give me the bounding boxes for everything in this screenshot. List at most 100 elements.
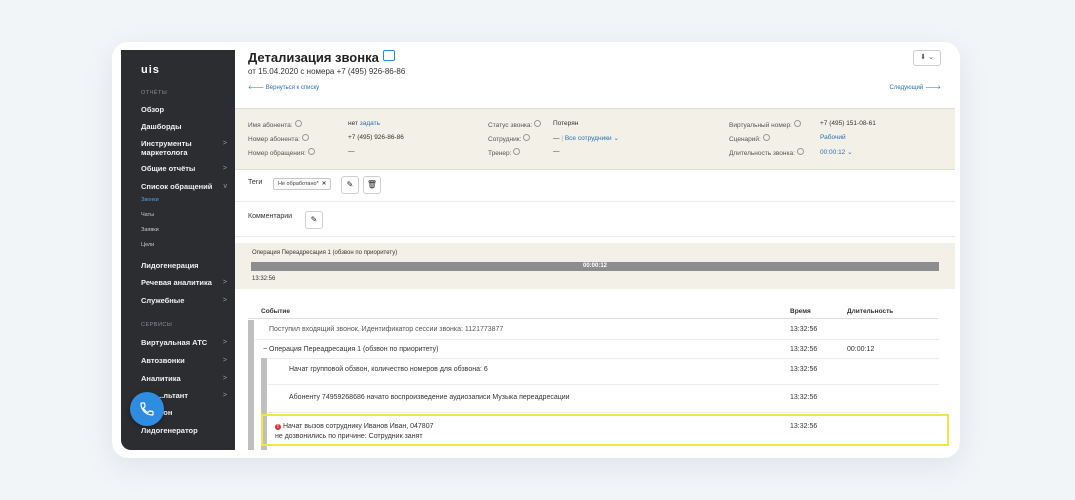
error-reason: не дозвонились по причине: Сотрудник зан… [275, 433, 423, 440]
sidebar-item-consultant[interactable]: ...льтант > [157, 391, 227, 401]
help-icon[interactable] [534, 120, 542, 127]
page-subtitle: от 15.04.2020 с номера +7 (495) 926-86-8… [248, 67, 406, 76]
info-label-number: Номер абонента: [248, 134, 309, 143]
back-link[interactable]: 🡐 Вернуться к списку [248, 84, 319, 91]
info-label-name: Имя абонента: [248, 120, 302, 129]
help-icon[interactable] [796, 148, 804, 155]
sidebar-item-leadgen[interactable]: Лидогенерация [141, 261, 227, 271]
asterisk: * [316, 181, 319, 187]
info-value-name: нет задать [348, 120, 381, 127]
info-value-number: +7 (495) 926-86-86 [348, 134, 404, 141]
row-duration: 00:00:12 [847, 346, 875, 353]
info-label-scenario: Сценарий: [729, 134, 770, 143]
phone-icon [140, 402, 154, 416]
info-label-employee: Сотрудник: [488, 134, 531, 143]
comments-label: Комментарии [248, 213, 293, 220]
row-time: 13:32:56 [790, 423, 818, 430]
help-icon[interactable] [793, 120, 801, 127]
row-time: 13:32:56 [790, 394, 818, 401]
info-value-virtual-number: +7 (495) 151-08-61 [820, 120, 876, 127]
status-icon [382, 50, 395, 61]
info-value-request-number: — [348, 148, 355, 155]
info-value-duration[interactable]: 00:00:12 ⌄ [820, 148, 853, 156]
row-time: 13:32:56 [790, 346, 818, 353]
sidebar-subitem-applications[interactable]: Заявки [141, 227, 159, 233]
tag-chip[interactable]: Не обработано* ✕ [273, 178, 332, 190]
help-icon[interactable] [307, 148, 315, 155]
sidebar-item-analytics[interactable]: Аналитика > [141, 374, 227, 384]
edit-tags-button[interactable]: ✎ [341, 176, 359, 194]
col-header-duration: Длительность [847, 308, 894, 315]
sidebar-item-speech-analytics[interactable]: Речевая аналитика > [141, 278, 227, 288]
row-time: 13:32:56 [790, 326, 818, 333]
error-icon: ! [275, 424, 281, 430]
help-icon[interactable] [523, 134, 531, 141]
sidebar-subitem-calls[interactable]: Звонки [141, 197, 159, 203]
col-header-time: Время [790, 308, 811, 315]
row-divider [268, 412, 939, 413]
info-label-trainer: Тренер: [488, 148, 521, 157]
highlighted-row [261, 414, 949, 446]
tree-line [248, 320, 254, 450]
close-icon[interactable]: ✕ [322, 181, 327, 187]
section-services: СЕРВИСЫ [141, 322, 173, 328]
chevron-down-icon: ⌄ [611, 135, 619, 142]
sidebar-item-dashboards[interactable]: Дашборды [141, 122, 227, 132]
table-row: Начат групповой обзвон, количество номер… [289, 366, 488, 373]
employees-dropdown[interactable]: Все сотрудники [565, 135, 612, 142]
operation-duration-bar: 00:00:12 [251, 262, 939, 271]
next-link[interactable]: Следующий 🡒 [890, 84, 941, 91]
row-time: 13:32:56 [790, 366, 818, 373]
download-button[interactable]: ⬇ ⌄ [913, 50, 941, 66]
info-value-employee: — | Все сотрудники ⌄ [553, 135, 619, 142]
divider [235, 236, 955, 237]
sidebar-item-overview[interactable]: Обзор [141, 105, 227, 115]
info-value-trainer: — [553, 148, 560, 155]
sidebar-subitem-chats[interactable]: Чаты [141, 212, 154, 218]
sidebar-item-service[interactable]: Служебные > [141, 296, 227, 306]
sidebar-item-partial[interactable]: ...он [157, 408, 227, 418]
call-widget-button[interactable] [130, 392, 164, 426]
info-label-virtual-number: Виртуальный номер: [729, 120, 801, 129]
help-icon[interactable] [301, 134, 309, 141]
edit-comment-button[interactable]: ✎ [305, 211, 323, 229]
set-name-link[interactable]: задать [360, 120, 380, 127]
info-value-scenario[interactable]: Рабочий [820, 134, 846, 141]
sidebar-item-virtual-pbx[interactable]: Виртуальная АТС > [141, 338, 227, 348]
arrow-left-icon: 🡐 [248, 85, 266, 91]
help-icon[interactable] [294, 120, 302, 127]
sidebar-item-leadgenerator[interactable]: Лидогенератор [141, 426, 227, 436]
help-icon[interactable] [762, 134, 770, 141]
col-header-event: Событие [261, 308, 291, 315]
table-row: Поступил входящий звонок. Идентификатор … [269, 326, 504, 333]
call-info-panel: Имя абонента: нет задать Номер абонента:… [235, 108, 955, 170]
sidebar-item-requests-list[interactable]: Список обращений v [141, 182, 227, 192]
row-divider [255, 339, 939, 340]
sidebar: uis ОТЧЁТЫ Обзор Дашборды Инструменты ма… [121, 50, 235, 450]
help-icon[interactable] [513, 148, 521, 155]
table-row-error: ! Начат вызов сотруднику Иванов Иван, 047… [275, 423, 434, 430]
row-divider [268, 384, 939, 385]
pencil-icon: ✎ [346, 180, 354, 189]
logo: uis [141, 64, 160, 76]
delete-tags-button[interactable]: 🗑 [363, 176, 381, 194]
sidebar-item-general-reports[interactable]: Общие отчёты > [141, 164, 227, 174]
tags-label: Теги [248, 179, 263, 186]
pencil-icon: ✎ [310, 215, 318, 224]
table-header-divider [248, 318, 938, 319]
section-reports: ОТЧЁТЫ [141, 90, 168, 96]
table-row-expandable[interactable]: − Операция Переадресация 1 (обзвон по пр… [263, 346, 438, 353]
arrow-right-icon: 🡒 [923, 85, 941, 91]
operation-title: Операция Переадресация 1 (обзвон по прио… [252, 250, 398, 256]
operation-time: 13:32:56 [252, 276, 276, 282]
main-content: Детализация звонка от 15.04.2020 с номер… [235, 50, 955, 450]
trash-icon: 🗑 [366, 180, 378, 189]
divider [235, 201, 955, 202]
info-label-status: Статус звонка: [488, 120, 542, 129]
page-title: Детализация звонка [248, 50, 395, 65]
row-divider [268, 358, 939, 359]
sidebar-subitem-goals[interactable]: Цели [141, 242, 154, 248]
sidebar-item-autocalls[interactable]: Автозвонки > [141, 356, 227, 366]
info-value-status: Потерян [553, 120, 579, 127]
sidebar-item-marketing-tools[interactable]: Инструменты маркетолога > [141, 139, 227, 157]
